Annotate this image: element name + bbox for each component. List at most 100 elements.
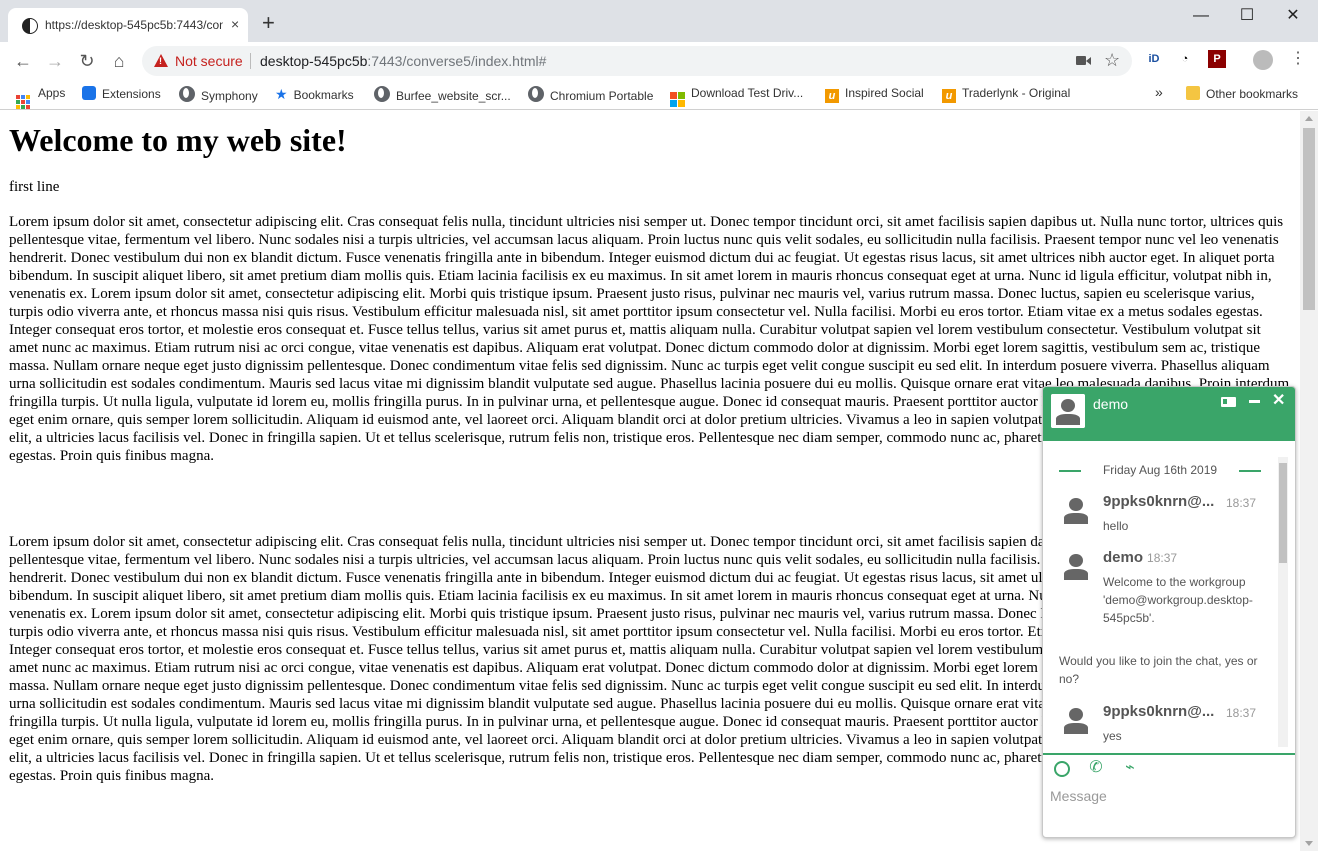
back-arrow-icon[interactable]: ← [12, 50, 34, 72]
reload-icon[interactable]: ↻ [76, 50, 98, 72]
message-avatar [1059, 549, 1093, 583]
extension-orange-label: ◔ [1181, 53, 1189, 65]
chat-window: demo ✕ Friday Aug 16th 2019 9ppks0knrn@.… [1042, 386, 1296, 838]
extension-id-icon[interactable]: iD [1145, 50, 1163, 68]
bookmark-bookmarks[interactable]: ★ Bookmarks [275, 86, 354, 103]
url-host: desktop-545pc5b [260, 53, 368, 69]
chat-header: demo ✕ [1043, 387, 1295, 441]
bookmark-label: Chromium Portable [550, 89, 654, 103]
bookmark-apps[interactable]: Apps [16, 86, 65, 109]
message-author: demo 18:37 [1103, 549, 1177, 566]
chromium-icon [528, 86, 544, 102]
bookmark-chromium-portable[interactable]: Chromium Portable [528, 86, 653, 103]
page-scrollbar[interactable] [1300, 111, 1318, 851]
bookmark-burfee[interactable]: Burfee_website_scr... [374, 86, 511, 103]
message-avatar [1059, 493, 1093, 527]
bookmark-download-test-drive[interactable]: Download Test Driv... [670, 86, 803, 107]
yin-yang-favicon-icon [22, 18, 38, 34]
bookmark-label: Burfee_website_scr... [396, 89, 511, 103]
attachment-icon[interactable]: ⌁ [1122, 760, 1138, 776]
security-status[interactable]: Not secure [175, 53, 243, 69]
bookmark-label: Inspired Social [845, 86, 924, 100]
extension-orange-icon[interactable]: ◔ [1176, 50, 1194, 68]
extension-p-icon[interactable]: P [1208, 50, 1226, 68]
microsoft-icon [670, 92, 685, 107]
home-icon[interactable]: ⌂ [108, 50, 130, 72]
message-time: 18:37 [1147, 551, 1178, 565]
bookmark-star-icon[interactable]: ☆ [1104, 50, 1120, 71]
folder-icon [1186, 86, 1200, 100]
message-text: hello [1103, 519, 1129, 533]
browser-tab[interactable]: https://desktop-545pc5b:7443/converse5/i… [8, 8, 248, 42]
message-input[interactable]: Message [1050, 788, 1107, 804]
close-window-button[interactable]: ✕ [1270, 6, 1316, 28]
message-time: 18:37 [1226, 706, 1257, 720]
url-path: :7443/converse5/index.html# [367, 53, 547, 69]
scroll-down-arrow-icon[interactable] [1305, 841, 1313, 846]
user-silhouette-icon [1059, 703, 1093, 737]
tab-close-icon[interactable]: × [231, 16, 239, 32]
u-logo-icon: u [942, 89, 956, 103]
bookmark-extensions[interactable]: Extensions [82, 86, 161, 101]
bookmarks-overflow-icon[interactable]: » [1155, 84, 1163, 100]
bookmarks-bar: Apps Extensions Symphony ★ Bookmarks Burf… [0, 80, 1318, 110]
bookmark-label: Apps [38, 86, 66, 100]
close-chat-icon[interactable]: ✕ [1272, 393, 1285, 409]
minimize-chat-icon[interactable] [1249, 400, 1260, 403]
profile-avatar-icon[interactable] [1253, 50, 1273, 70]
chat-scrollbar[interactable] [1278, 457, 1288, 747]
message-text: Welcome to the workgroup 'demo@workgroup… [1103, 575, 1253, 625]
message-text: yes [1103, 729, 1122, 743]
date-divider-line [1239, 470, 1261, 472]
menu-kebab-icon[interactable]: ⋮ [1290, 49, 1306, 69]
bookmark-inspired-social[interactable]: u Inspired Social [825, 86, 924, 103]
star-icon: ★ [275, 86, 288, 102]
bookmark-label: Other bookmarks [1206, 87, 1299, 101]
toolbar: ← → ↻ ⌂ Not secure desktop-545pc5b:7443/… [0, 42, 1318, 80]
scroll-up-arrow-icon[interactable] [1305, 116, 1313, 121]
extension-p-label: P [1213, 53, 1221, 65]
bookmark-label: Download Test Driv... [691, 86, 804, 100]
message-author-name: demo [1103, 549, 1144, 566]
warning-triangle-icon [154, 54, 168, 67]
user-silhouette-icon [1059, 549, 1093, 583]
apps-grid-icon [16, 95, 30, 109]
u-logo-icon: u [825, 89, 839, 103]
globe-icon [374, 86, 390, 102]
message-continuation: Would you like to join the chat, yes or … [1059, 654, 1258, 686]
bookmark-label: Traderlynk - Original [962, 86, 1071, 100]
bookmark-symphony[interactable]: Symphony [179, 86, 258, 103]
page-heading: Welcome to my web site! [9, 122, 347, 158]
chat-contact-name: demo [1093, 396, 1129, 412]
chat-toolbar: ✆ ⌁ [1043, 753, 1295, 785]
emoji-icon[interactable] [1054, 761, 1070, 777]
other-bookmarks[interactable]: Other bookmarks [1186, 86, 1298, 101]
new-tab-button[interactable]: + [262, 12, 275, 34]
scrollbar-thumb[interactable] [1303, 128, 1315, 310]
globe-icon [179, 86, 195, 102]
chat-scrollbar-thumb[interactable] [1279, 463, 1287, 563]
user-silhouette-icon [1051, 394, 1085, 428]
tab-strip: https://desktop-545pc5b:7443/converse5/i… [0, 0, 1318, 42]
phone-icon[interactable]: ✆ [1088, 760, 1104, 776]
message-avatar [1059, 703, 1093, 737]
puzzle-icon [82, 86, 96, 100]
maximize-button[interactable]: ☐ [1224, 6, 1270, 28]
divider [250, 53, 251, 69]
camera-blocked-icon[interactable] [1076, 56, 1091, 65]
contact-card-icon[interactable] [1221, 397, 1236, 407]
forward-arrow-icon[interactable]: → [44, 50, 66, 72]
message-author: 9ppks0knrn@... [1103, 493, 1215, 510]
contact-avatar [1051, 394, 1085, 428]
user-silhouette-icon [1059, 493, 1093, 527]
bookmark-label: Bookmarks [293, 88, 354, 102]
bookmark-label: Symphony [201, 89, 258, 103]
address-bar[interactable]: Not secure desktop-545pc5b:7443/converse… [142, 46, 1132, 76]
bookmark-traderlynk[interactable]: u Traderlynk - Original [942, 86, 1070, 103]
minimize-button[interactable]: — [1178, 6, 1224, 28]
message-time: 18:37 [1226, 496, 1257, 510]
tab-title: https://desktop-545pc5b:7443/converse5/i… [45, 18, 223, 32]
chat-messages: Friday Aug 16th 2019 9ppks0knrn@... 18:3… [1043, 441, 1295, 753]
url-text[interactable]: desktop-545pc5b:7443/converse5/index.htm… [260, 53, 546, 69]
message-author: 9ppks0knrn@... [1103, 703, 1215, 720]
